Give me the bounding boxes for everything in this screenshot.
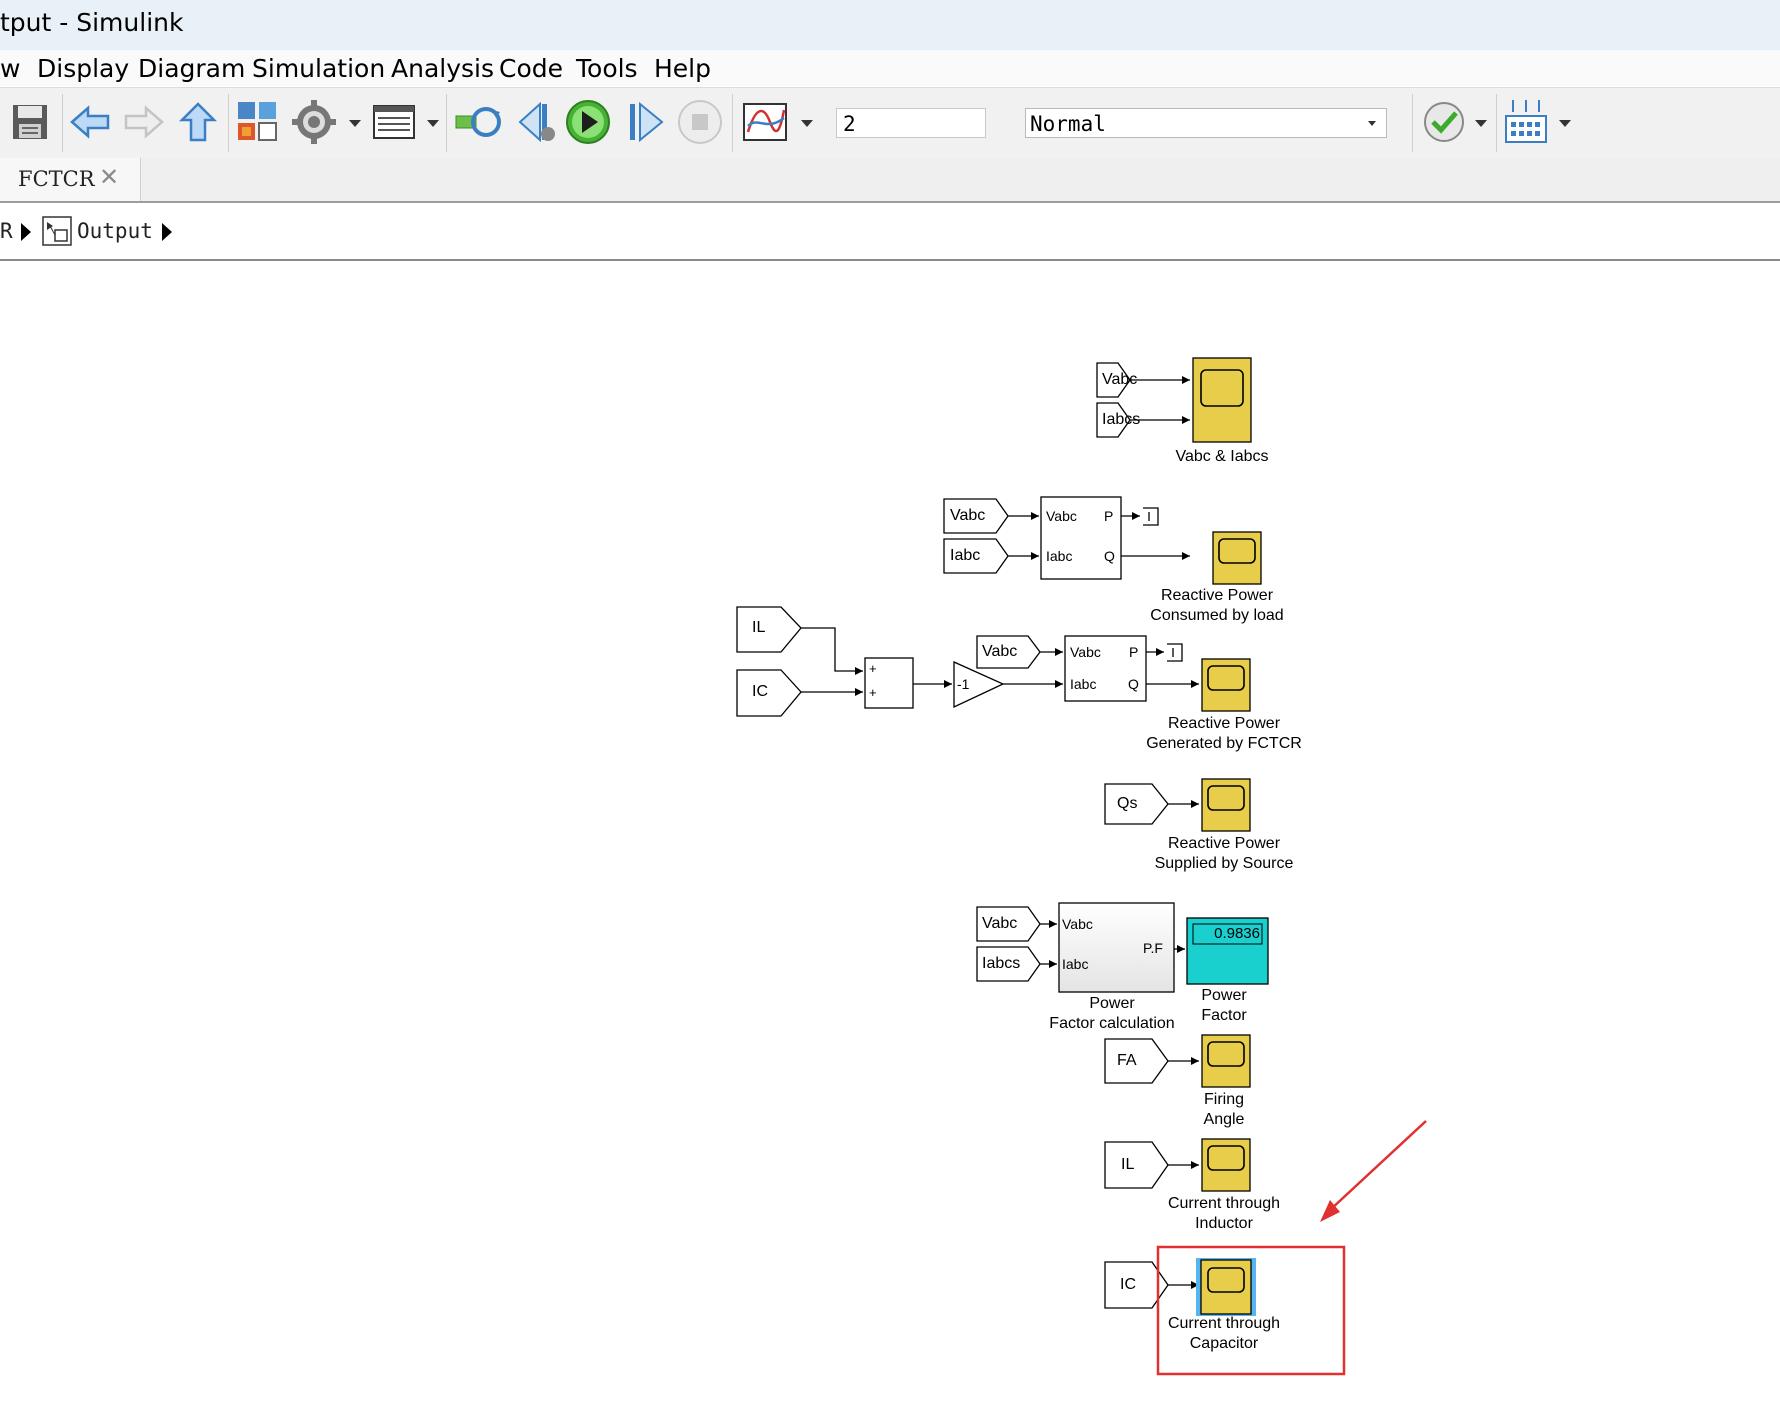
- port-label: Iabc: [1046, 548, 1073, 564]
- port-label: Vabc: [1062, 916, 1093, 932]
- tag-label: IC: [1120, 1276, 1136, 1293]
- tag-label: Qs: [1117, 795, 1138, 812]
- scope-label: Firing Angle: [1203, 1091, 1245, 1128]
- from-tag-il[interactable]: [1104, 1141, 1169, 1189]
- annotation-arrow: [1329, 1120, 1427, 1211]
- tag-label: Vabc: [982, 915, 1018, 932]
- tag-label: IL: [1121, 1156, 1135, 1173]
- tag-label: Vabc: [1102, 371, 1138, 388]
- display-label: Power Factor: [1201, 987, 1247, 1024]
- tag-label: Iabcs: [1102, 411, 1141, 428]
- port-label: Vabc: [1046, 508, 1077, 524]
- tag-label: Vabc: [950, 507, 986, 524]
- port-label: Q: [1128, 676, 1139, 692]
- scope-label: Current through Capacitor: [1167, 1315, 1281, 1352]
- sum-sign: +: [869, 661, 877, 676]
- tag-label: IC: [752, 683, 768, 700]
- diagram-canvas: [736, 357, 1427, 1376]
- scope-label: Current through Inductor: [1167, 1195, 1281, 1232]
- port-label: Vabc: [1070, 644, 1101, 660]
- port-label: P: [1129, 644, 1139, 660]
- scope-label: Vabc & Iabcs: [1175, 448, 1269, 465]
- port-label: Q: [1104, 548, 1115, 564]
- tag-label: Iabc: [950, 547, 981, 564]
- scope-label: Reactive Power Consumed by load: [1150, 587, 1284, 624]
- scope-label: Reactive Power Generated by FCTCR: [1146, 715, 1302, 752]
- port-label: P.F: [1143, 940, 1163, 956]
- port-label: Iabc: [1070, 676, 1097, 692]
- gain-value: -1: [957, 676, 970, 692]
- sum-sign: +: [869, 685, 877, 700]
- terminator-1: [1143, 507, 1159, 526]
- from-tag-ic[interactable]: [736, 669, 802, 717]
- terminator-2: [1167, 643, 1183, 662]
- display-value: 0.9836: [1214, 925, 1260, 942]
- from-tag-il[interactable]: [736, 606, 802, 653]
- tag-label: IL: [752, 619, 766, 636]
- port-label: Iabc: [1062, 956, 1089, 972]
- tag-label: Vabc: [982, 643, 1018, 660]
- tag-label: FA: [1117, 1052, 1137, 1069]
- scope-label: Reactive Power Supplied by Source: [1154, 835, 1294, 872]
- port-label: P: [1104, 508, 1114, 524]
- tag-label: Iabcs: [982, 955, 1021, 972]
